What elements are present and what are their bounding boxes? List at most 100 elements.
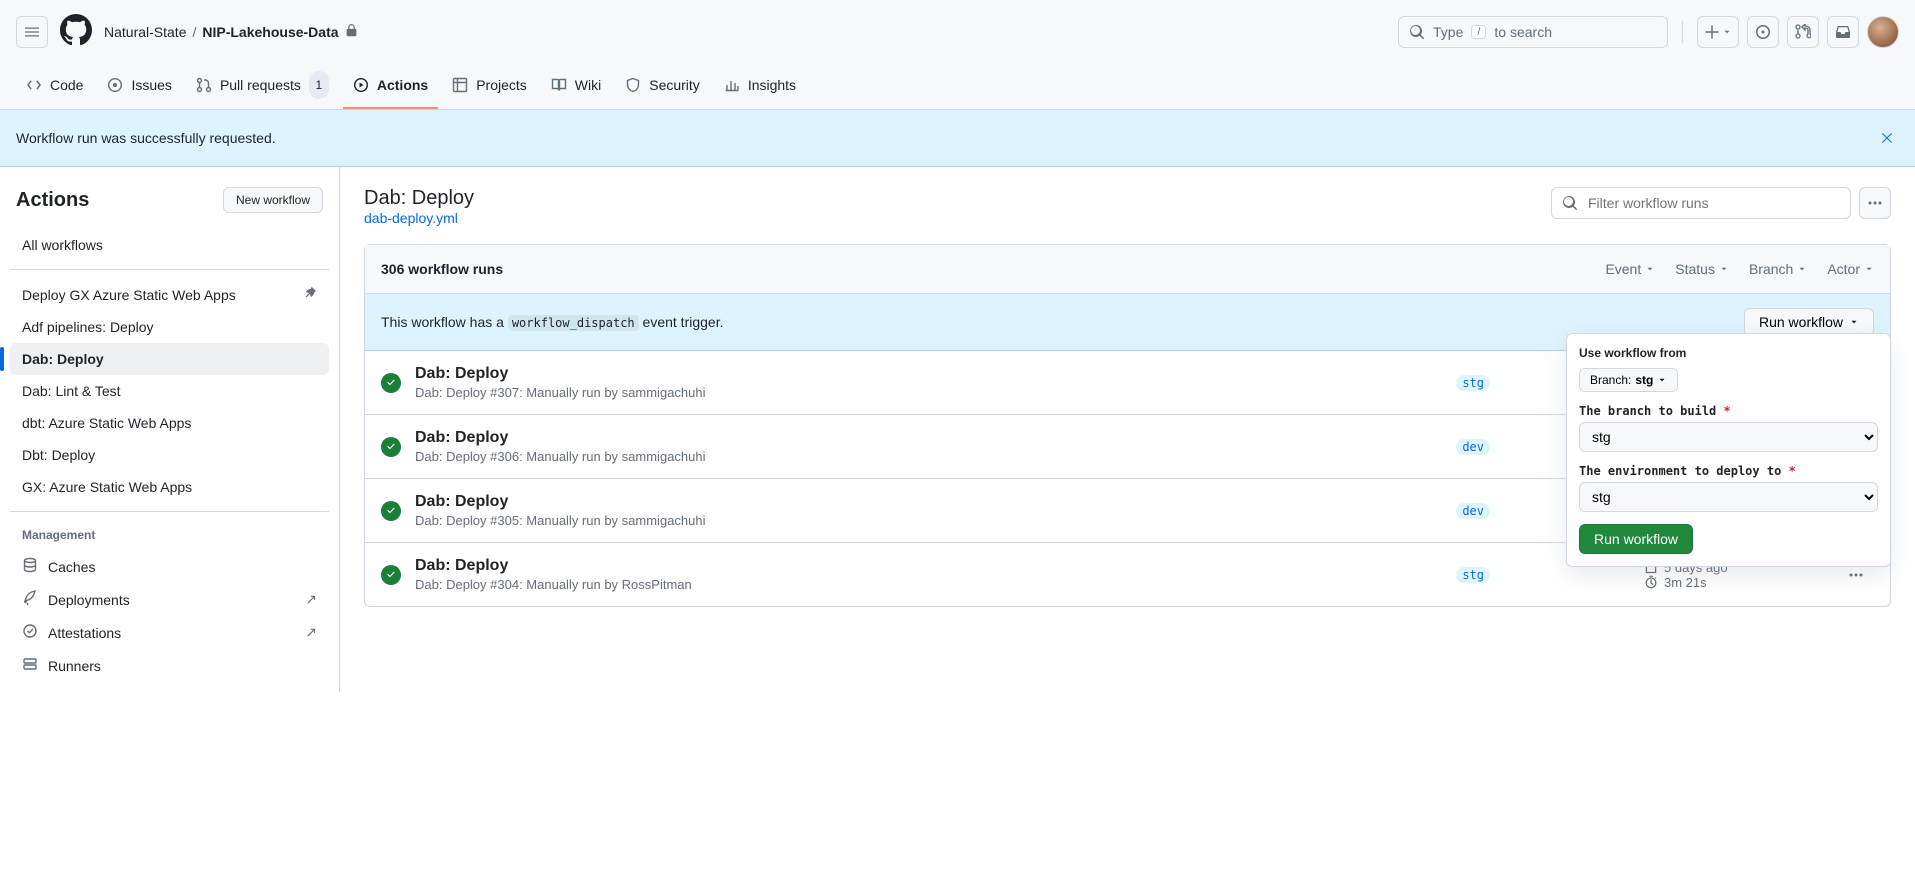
run-row-menu[interactable]: [1838, 567, 1874, 583]
sidebar-wf-item-0[interactable]: Deploy GX Azure Static Web Apps: [10, 278, 329, 311]
external-link-icon: ↗: [305, 591, 317, 608]
sidebar-wf-item-3[interactable]: Dab: Lint & Test: [10, 375, 329, 407]
run-sub: Dab: Deploy #307: Manually run by sammig…: [415, 385, 1442, 400]
tab-wiki[interactable]: Wiki: [541, 63, 611, 109]
rocket-icon: [22, 590, 38, 609]
run-sub: Dab: Deploy #306: Manually run by sammig…: [415, 449, 1442, 464]
tab-projects[interactable]: Projects: [442, 63, 537, 109]
tab-issues-label: Issues: [131, 71, 171, 99]
workflow-file-link[interactable]: dab-deploy.yml: [364, 210, 458, 226]
breadcrumb-repo[interactable]: NIP-Lakehouse-Data: [202, 24, 338, 40]
sidebar-wf-item-2[interactable]: Dab: Deploy: [10, 343, 329, 375]
filter-status[interactable]: Status: [1675, 261, 1729, 277]
search-shortcut-key: /: [1471, 25, 1486, 39]
sidebar-wf-item-4[interactable]: dbt: Azure Static Web Apps: [10, 407, 329, 439]
filter-event[interactable]: Event: [1605, 261, 1655, 277]
caret-down-icon: [1849, 317, 1859, 327]
tab-insights[interactable]: Insights: [714, 63, 806, 109]
new-workflow-button[interactable]: New workflow: [223, 187, 323, 213]
branch-tag[interactable]: dev: [1456, 503, 1490, 519]
caret-down-icon: [1719, 264, 1729, 274]
branch-select-button[interactable]: Branch: stg: [1579, 368, 1678, 392]
workflow-title: Dab: Deploy: [364, 187, 474, 210]
filter-actor[interactable]: Actor: [1827, 261, 1874, 277]
sidebar-attestations[interactable]: Attestations↗: [10, 616, 329, 649]
caret-down-icon: [1797, 264, 1807, 274]
sidebar-caches[interactable]: Caches: [10, 550, 329, 583]
run-title[interactable]: Dab: Deploy: [415, 493, 1442, 511]
branch-tag[interactable]: stg: [1456, 375, 1490, 391]
tab-wiki-label: Wiki: [575, 71, 601, 99]
tab-actions[interactable]: Actions: [343, 63, 438, 109]
search-placeholder-pre: Type: [1433, 24, 1463, 40]
pin-icon[interactable]: [303, 286, 317, 303]
caret-down-icon: [1657, 375, 1667, 385]
global-search-input[interactable]: Type / to search: [1398, 16, 1668, 48]
cache-icon: [22, 557, 38, 576]
caret-down-icon: [1864, 264, 1874, 274]
tab-security[interactable]: Security: [615, 63, 710, 109]
branch-tag[interactable]: stg: [1456, 567, 1490, 583]
filter-branch[interactable]: Branch: [1749, 261, 1807, 277]
caret-down-icon: [1645, 264, 1655, 274]
sidebar-deployments[interactable]: Deployments↗: [10, 583, 329, 616]
issue-icon: [107, 77, 123, 93]
server-icon: [22, 656, 38, 675]
breadcrumb-org[interactable]: Natural-State: [104, 24, 186, 40]
caret-down-icon: [1722, 27, 1732, 37]
inbox-button[interactable]: [1827, 16, 1859, 48]
pull-request-icon: [196, 77, 212, 93]
workflow-menu-button[interactable]: [1859, 187, 1891, 219]
sidebar-all-workflows[interactable]: All workflows: [10, 229, 329, 261]
search-icon: [1562, 195, 1578, 211]
sidebar-title: Actions: [16, 189, 89, 212]
sidebar-wf-item-1[interactable]: Adf pipelines: Deploy: [10, 311, 329, 343]
verified-icon: [22, 623, 38, 642]
run-sub: Dab: Deploy #305: Manually run by sammig…: [415, 513, 1442, 528]
pulls-button[interactable]: [1787, 16, 1819, 48]
issues-button[interactable]: [1747, 16, 1779, 48]
main-area: Dab: Deploy dab-deploy.yml 306 workflow …: [340, 167, 1915, 692]
tab-pulls[interactable]: Pull requests1: [186, 63, 339, 109]
success-icon: [381, 373, 401, 393]
sidebar-runners[interactable]: Runners: [10, 649, 329, 682]
branch-tag[interactable]: dev: [1456, 439, 1490, 455]
breadcrumb-sep: /: [192, 24, 196, 40]
breadcrumb: Natural-State / NIP-Lakehouse-Data: [104, 24, 358, 40]
tab-issues[interactable]: Issues: [97, 63, 181, 109]
run-sub: Dab: Deploy #304: Manually run by RossPi…: [415, 577, 1442, 592]
tab-projects-label: Projects: [476, 71, 527, 99]
pull-request-icon: [1795, 24, 1811, 40]
run-title[interactable]: Dab: Deploy: [415, 429, 1442, 447]
branch-build-select[interactable]: stg: [1579, 422, 1878, 452]
run-workflow-popover: Use workflow from Branch: stg The branch…: [1566, 333, 1891, 567]
tab-actions-label: Actions: [377, 71, 428, 99]
hamburger-button[interactable]: [16, 16, 48, 48]
run-title[interactable]: Dab: Deploy: [415, 365, 1442, 383]
lock-icon: [345, 24, 358, 40]
success-icon: [381, 565, 401, 585]
repo-tabs: Code Issues Pull requests1 Actions Proje…: [0, 63, 1915, 109]
run-workflow-submit-button[interactable]: Run workflow: [1579, 524, 1693, 554]
tab-code[interactable]: Code: [16, 63, 93, 109]
tab-pulls-label: Pull requests: [220, 71, 301, 99]
user-avatar[interactable]: [1867, 16, 1899, 48]
sidebar-wf-item-6[interactable]: GX: Azure Static Web Apps: [10, 471, 329, 503]
filter-runs-text[interactable]: [1586, 194, 1840, 212]
github-logo[interactable]: [60, 14, 92, 49]
close-icon: [1879, 130, 1895, 146]
run-title[interactable]: Dab: Deploy: [415, 557, 1442, 575]
kebab-icon: [1867, 195, 1883, 211]
success-icon: [381, 437, 401, 457]
app-header: Natural-State / NIP-Lakehouse-Data Type …: [0, 0, 1915, 110]
filter-runs-input[interactable]: [1551, 187, 1851, 219]
env-deploy-select[interactable]: stg: [1579, 482, 1878, 512]
run-workflow-dropdown-button[interactable]: Run workflow: [1744, 308, 1874, 336]
sidebar-wf-item-5[interactable]: Dbt: Deploy: [10, 439, 329, 471]
create-new-button[interactable]: [1697, 16, 1739, 48]
project-icon: [452, 77, 468, 93]
kebab-icon: [1848, 567, 1864, 583]
flash-close-button[interactable]: [1875, 126, 1899, 150]
success-icon: [381, 501, 401, 521]
search-icon: [1409, 24, 1425, 40]
